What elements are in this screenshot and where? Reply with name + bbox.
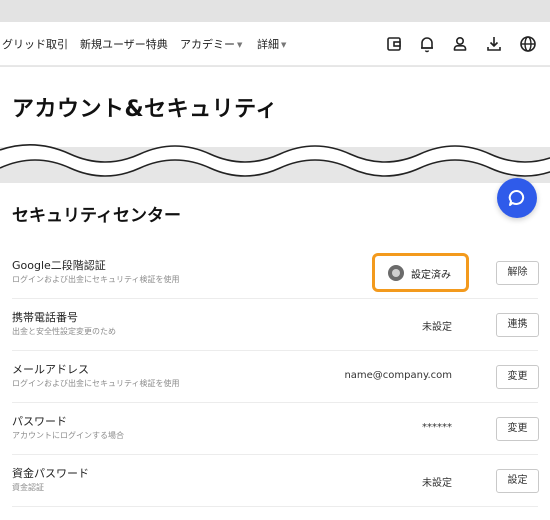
nav-academy-label: アカデミー bbox=[180, 38, 235, 51]
row-description: ログインおよび出金にセキュリティ検証を使用 bbox=[12, 379, 180, 388]
page-title: アカウント&セキュリティ bbox=[12, 97, 278, 122]
user-icon[interactable] bbox=[450, 34, 470, 54]
row-title: Google二段階認証 bbox=[12, 259, 106, 272]
row-fund-password: 資金パスワード 資金認証 未設定 設定 bbox=[0, 455, 550, 507]
2fa-status: 設定済み bbox=[411, 270, 451, 281]
row-description: アカウントにログインする場合 bbox=[12, 431, 124, 440]
nav-more-label: 詳細 bbox=[257, 38, 279, 51]
download-icon[interactable] bbox=[484, 34, 504, 54]
nav-more[interactable]: 詳細 ▼ bbox=[257, 36, 286, 52]
page-header: アカウント&セキュリティ bbox=[0, 67, 550, 147]
link-phone-button[interactable]: 連携 bbox=[496, 313, 539, 337]
row-title: 携帯電話番号 bbox=[12, 311, 78, 324]
top-navigation: グリッド取引 新規ユーザー特典 アカデミー ▼ 詳細 ▼ bbox=[0, 22, 550, 66]
row-description: ログインおよび出金にセキュリティ検証を使用 bbox=[12, 275, 180, 284]
chat-support-button[interactable] bbox=[497, 178, 537, 218]
nav-new-user-bonus[interactable]: 新規ユーザー特典 bbox=[80, 36, 168, 52]
phone-status: 未設定 bbox=[422, 322, 452, 333]
row-phone-number: 携帯電話番号 出金と安全性設定変更のため 未設定 連携 bbox=[0, 299, 550, 351]
row-divider bbox=[12, 506, 538, 507]
bell-icon[interactable] bbox=[417, 34, 437, 54]
google-authenticator-icon bbox=[388, 265, 404, 281]
nav-academy[interactable]: アカデミー ▼ bbox=[180, 36, 242, 52]
row-title: パスワード bbox=[12, 415, 67, 428]
disable-2fa-button[interactable]: 解除 bbox=[496, 261, 539, 285]
change-email-button[interactable]: 変更 bbox=[496, 365, 539, 389]
chat-bubble-icon bbox=[508, 190, 525, 206]
set-fund-password-button[interactable]: 設定 bbox=[496, 469, 539, 493]
password-masked: ****** bbox=[422, 422, 452, 433]
fund-password-status: 未設定 bbox=[422, 478, 452, 489]
row-description: 資金認証 bbox=[12, 483, 44, 492]
email-value: name@company.com bbox=[344, 370, 452, 381]
browser-top-strip bbox=[0, 0, 550, 22]
status-highlight-box: 設定済み bbox=[372, 253, 469, 292]
wallet-icon[interactable] bbox=[384, 34, 404, 54]
nav-grid-trading[interactable]: グリッド取引 bbox=[2, 36, 68, 52]
chevron-down-icon: ▼ bbox=[237, 41, 243, 49]
row-title: メールアドレス bbox=[12, 363, 89, 376]
row-password: パスワード アカウントにログインする場合 ****** 変更 bbox=[0, 403, 550, 455]
row-title: 資金パスワード bbox=[12, 467, 89, 480]
row-description: 出金と安全性設定変更のため bbox=[12, 327, 116, 336]
chevron-down-icon: ▼ bbox=[281, 41, 287, 49]
security-center-title: セキュリティセンター bbox=[12, 206, 181, 226]
globe-icon[interactable] bbox=[518, 34, 538, 54]
change-password-button[interactable]: 変更 bbox=[496, 417, 539, 441]
row-email: メールアドレス ログインおよび出金にセキュリティ検証を使用 name@compa… bbox=[0, 351, 550, 403]
